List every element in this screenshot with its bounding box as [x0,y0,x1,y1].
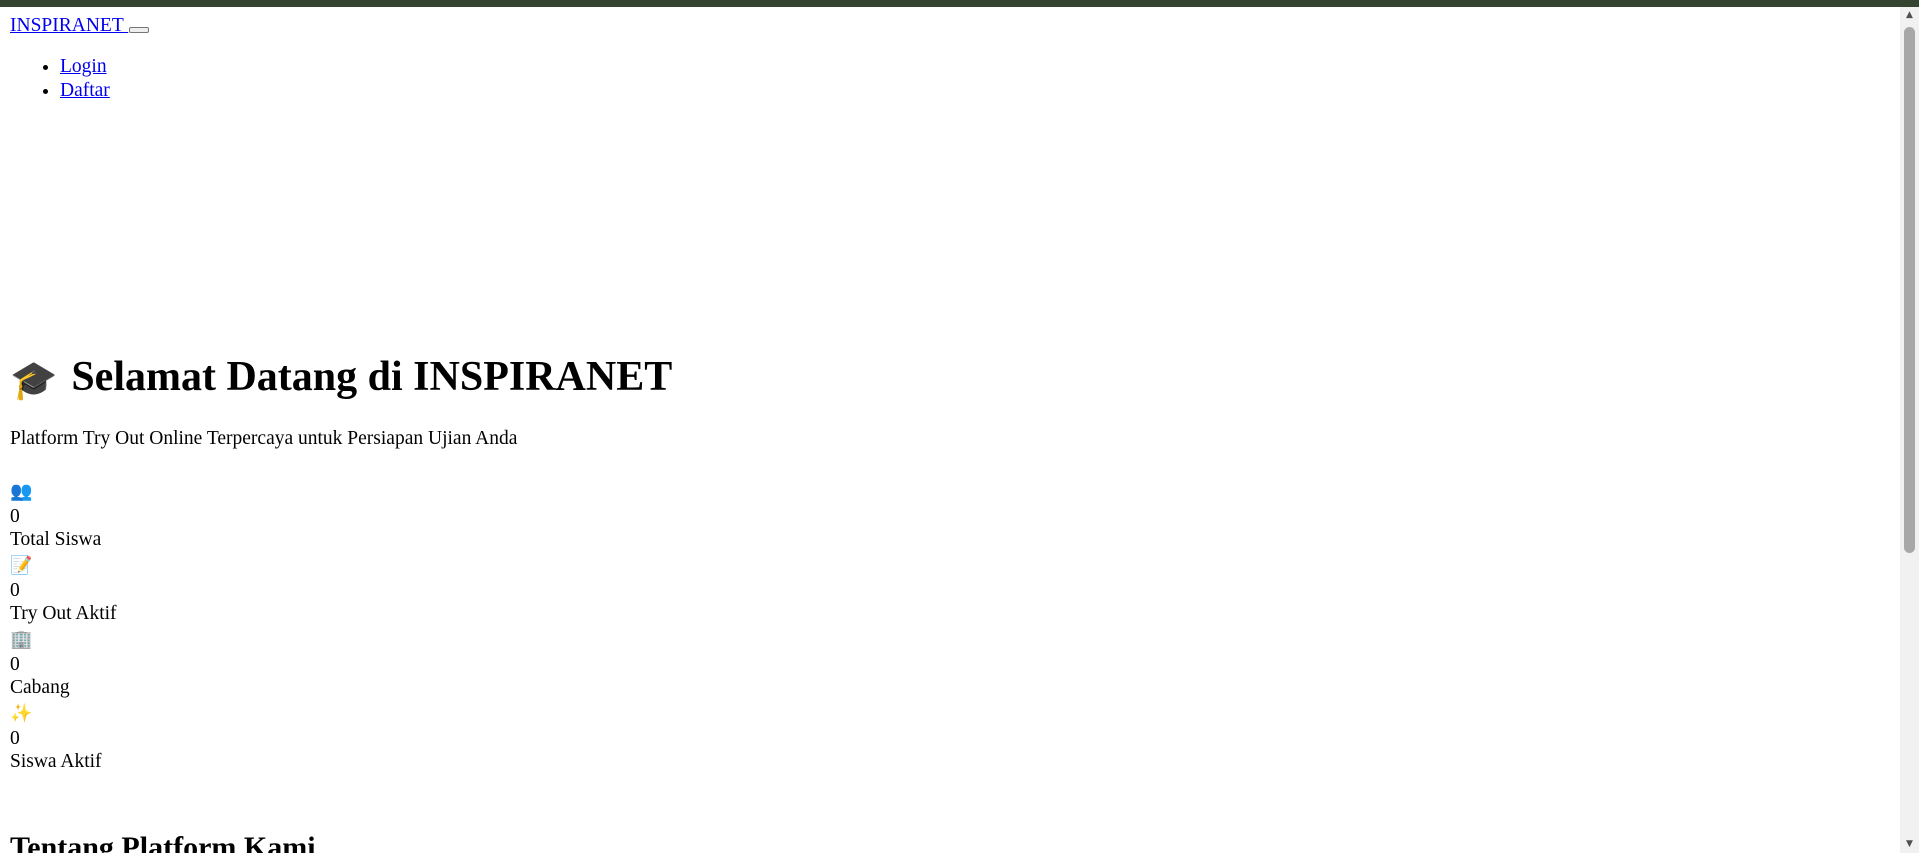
about-heading: Tentang Platform Kami [10,831,316,853]
register-link[interactable]: Daftar [60,80,110,101]
scrollbar-thumb[interactable] [1904,27,1915,553]
navbar: INSPIRANET Login Daftar [0,7,1900,103]
stat-label: Siswa Aktif [10,751,102,772]
navbar-toggle-button[interactable] [129,27,150,33]
page-content: INSPIRANET Login Daftar 🎓 Selamat Datang … [0,7,1900,853]
brand-label: INSPIRANET [10,15,124,36]
stat-label: Cabang [10,677,70,698]
nav-item-daftar: Daftar [60,79,1890,103]
hero-title-text: Selamat Datang di INSPIRANET [71,354,673,400]
stat-label: Try Out Aktif [10,603,117,624]
sparkles-icon: ✨ [10,703,33,724]
memo-icon: 📝 [10,555,33,576]
hero-tagline: Platform Try Out Online Terpercaya untuk… [10,428,518,449]
brand-link[interactable]: INSPIRANET [10,15,150,36]
stat-value: 0 [10,728,20,749]
vertical-scrollbar[interactable]: ▲ ▼ [1900,7,1919,853]
stat-cabang: 🏢 0 Cabang [10,627,117,701]
hero-section: 🎓 Selamat Datang di INSPIRANET Platform T… [10,352,672,451]
stat-label: Total Siswa [10,529,102,550]
nav-item-login: Login [60,55,1890,79]
hero-title: 🎓 Selamat Datang di INSPIRANET [10,352,672,405]
users-icon: 👥 [10,481,33,502]
login-link[interactable]: Login [60,56,107,77]
top-accent-bar [0,0,1919,7]
graduation-cap-icon: 🎓 [10,358,58,402]
scroll-down-arrow-icon[interactable]: ▼ [1900,836,1919,853]
stat-value: 0 [10,506,20,527]
stat-try-out-aktif: 📝 0 Try Out Aktif [10,553,117,627]
stat-siswa-aktif: ✨ 0 Siswa Aktif [10,701,117,775]
stats-section: 👥 0 Total Siswa 📝 0 Try Out Aktif 🏢 0 Ca… [10,479,117,775]
stat-value: 0 [10,654,20,675]
nav-menu: Login Daftar [10,55,1890,103]
scroll-up-arrow-icon[interactable]: ▲ [1900,7,1919,24]
stat-value: 0 [10,580,20,601]
building-icon: 🏢 [10,629,33,650]
stat-total-siswa: 👥 0 Total Siswa [10,479,117,553]
